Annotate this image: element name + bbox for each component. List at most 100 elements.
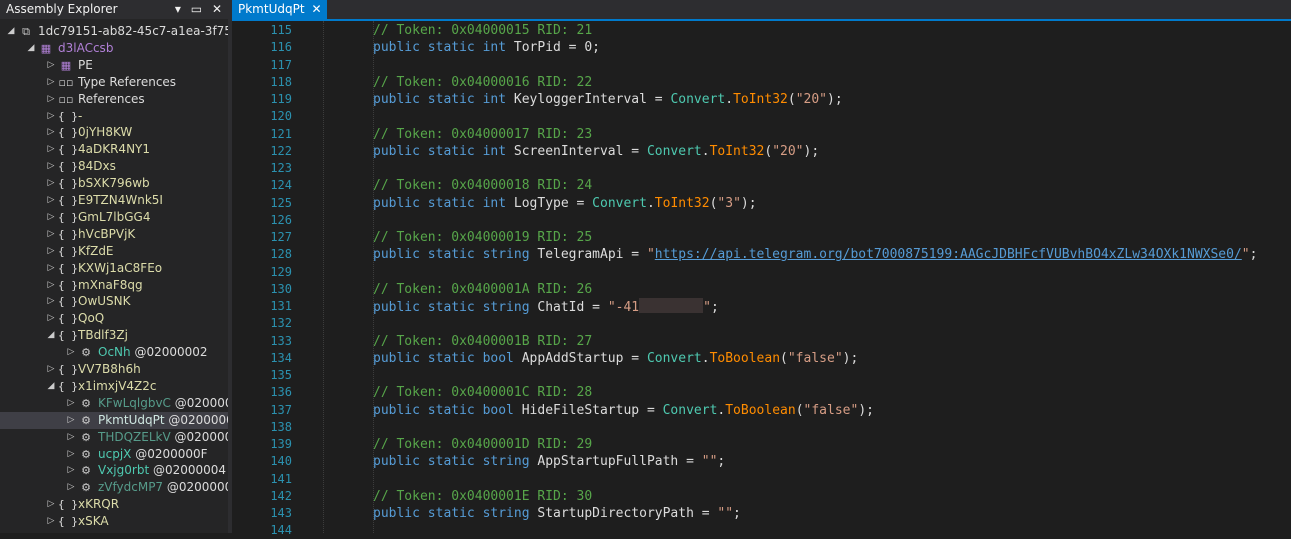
collapsed-arrow-icon[interactable]: ▷ xyxy=(46,226,56,243)
tree-item[interactable]: ▷{ } VV7B8h6h xyxy=(0,361,228,378)
code-token: " xyxy=(703,300,711,315)
tree-item[interactable]: ▷{ } GmL7lbGG4 xyxy=(0,209,228,226)
collapsed-arrow-icon[interactable]: ▷ xyxy=(46,293,56,310)
collapsed-arrow-icon[interactable]: ▷ xyxy=(66,429,76,446)
tree-item[interactable]: ◢{ } x1imxjV4Z2c xyxy=(0,378,228,395)
tree-item[interactable]: ▷{ } 4aDKR4NY1 xyxy=(0,141,228,158)
line-number: 115 xyxy=(270,23,292,37)
tree-item[interactable]: ▷ ▫▫ References xyxy=(0,91,228,108)
tree-item[interactable]: ◢ ⧉ 1dc79151-ab82-45c7-a1ea-3f75fbfl xyxy=(0,23,228,40)
tree-item[interactable]: ▷{ } mXnaF8qg xyxy=(0,277,228,294)
code-line: public static int LogType = Convert.ToIn… xyxy=(373,195,757,212)
url-link[interactable]: https://api.telegram.org/bot7000875199:A… xyxy=(655,247,1242,262)
tab-pkmtudqpt[interactable]: PkmtUdqPt ✕ xyxy=(232,0,327,19)
line-number: 142 xyxy=(270,488,292,503)
namespace-icon: { } xyxy=(58,379,78,393)
tree-item-label: 4aDKR4NY1 xyxy=(78,142,151,157)
tree-item[interactable]: ▷ ⚙ OcNh @02000002 xyxy=(0,344,228,361)
tree-item[interactable]: ▷{ } 0jYH8KW xyxy=(0,124,228,141)
tree-item[interactable]: ▷ ⚙ ucpjX @0200000F xyxy=(0,446,228,463)
collapsed-arrow-icon[interactable]: ▷ xyxy=(46,57,56,74)
panel-pin-icon[interactable]: ▭ xyxy=(191,2,202,16)
panel-dropdown-icon[interactable]: ▾ xyxy=(175,2,181,16)
tree-item[interactable]: ▷ ⚙ Vxjg0rbt @02000004 xyxy=(0,462,228,479)
line-number: 138 xyxy=(270,419,292,434)
collapsed-arrow-icon[interactable]: ▷ xyxy=(66,479,76,496)
line-number: 117 xyxy=(270,57,292,72)
collapsed-arrow-icon[interactable]: ▷ xyxy=(46,243,56,260)
tree-item[interactable]: ▷{ } QoQ xyxy=(0,310,228,327)
collapsed-arrow-icon[interactable]: ▷ xyxy=(46,108,56,125)
tree-item[interactable]: ▷{ } xKRQR xyxy=(0,496,228,513)
tree-item[interactable]: ▷{ } xSKA xyxy=(0,513,228,530)
tree-item-label: xSKA xyxy=(78,514,109,529)
expanded-arrow-icon[interactable]: ◢ xyxy=(26,40,36,57)
code-token: ( xyxy=(795,402,804,418)
collapsed-arrow-icon[interactable]: ▷ xyxy=(66,446,76,463)
tree-item[interactable]: ▷{ } KXWj1aC8FEo xyxy=(0,260,228,277)
tree-item-token: @02000002 xyxy=(130,345,208,360)
tree-item[interactable]: ▷ ⚙ THDQZELkV @02000003 xyxy=(0,429,228,446)
collapsed-arrow-icon[interactable]: ▷ xyxy=(46,277,56,294)
line-number: 141 xyxy=(270,471,292,486)
expanded-arrow-icon[interactable]: ◢ xyxy=(6,23,16,40)
collapsed-arrow-icon[interactable]: ▷ xyxy=(66,395,76,412)
code-token: // Token: 0x04000019 RID: 25 xyxy=(373,230,593,245)
panel-close-icon[interactable]: ✕ xyxy=(212,2,222,16)
tree-item[interactable]: ◢{ } TBdlf3Zj xyxy=(0,327,228,344)
collapsed-arrow-icon[interactable]: ▷ xyxy=(46,310,56,327)
tree-item-label: QoQ xyxy=(78,311,105,326)
collapsed-arrow-icon[interactable]: ▷ xyxy=(66,344,76,361)
code-editor[interactable]: 115 116 117 118 119 120 121 122 123 124 125 126 127 1… xyxy=(232,21,1291,537)
tab-close-icon[interactable]: ✕ xyxy=(311,0,321,19)
tree-item[interactable]: ▷{ } bSXK796wb xyxy=(0,175,228,192)
collapsed-arrow-icon[interactable]: ▷ xyxy=(46,158,56,175)
line-number: 119 xyxy=(270,92,292,106)
collapsed-arrow-icon[interactable]: ▷ xyxy=(46,175,56,192)
code-line: // Token: 0x04000016 RID: 22 xyxy=(373,74,592,91)
tree-item[interactable]: ◢ ▦ d3lACcsb xyxy=(0,40,228,57)
tree-item[interactable]: ▷ ⚙ PkmtUdqPt @02000005 xyxy=(0,411,228,429)
collapsed-arrow-icon[interactable]: ▷ xyxy=(46,74,56,91)
line-number: 126 xyxy=(270,212,292,227)
collapsed-arrow-icon[interactable]: ▷ xyxy=(66,462,76,479)
collapsed-arrow-icon[interactable]: ▷ xyxy=(46,124,56,141)
namespace-icon: { } xyxy=(58,177,78,191)
tree-item[interactable]: ▷{ } KfZdE xyxy=(0,243,228,260)
expanded-arrow-icon[interactable]: ◢ xyxy=(46,378,56,395)
line-number: 132 xyxy=(270,316,292,331)
code-token: TelegramApi = xyxy=(537,247,647,263)
tree-item[interactable]: ▷ ⚙ KFwLqlgbvC @0200000I xyxy=(0,395,228,412)
tree-item[interactable]: ▷{ } - xyxy=(0,108,228,125)
reference-icon: ▫▫ xyxy=(58,75,74,89)
code-token: . xyxy=(701,350,710,366)
collapsed-arrow-icon[interactable]: ▷ xyxy=(46,91,56,108)
collapsed-arrow-icon[interactable]: ▷ xyxy=(46,513,56,530)
collapsed-arrow-icon[interactable]: ▷ xyxy=(66,412,76,429)
code-token: public static string xyxy=(373,454,538,470)
tree-item[interactable]: ▷{ } 84Dxs xyxy=(0,158,228,175)
tree-item[interactable]: ▷{ } OwUSNK xyxy=(0,293,228,310)
collapsed-arrow-icon[interactable]: ▷ xyxy=(46,496,56,513)
namespace-icon: { } xyxy=(58,295,78,309)
code-token: AppStartupFullPath = xyxy=(537,454,702,470)
expanded-arrow-icon[interactable]: ◢ xyxy=(46,327,56,344)
collapsed-arrow-icon[interactable]: ▷ xyxy=(46,260,56,277)
tree-item[interactable]: ▷{ } E9TZN4Wnk5I xyxy=(0,192,228,209)
code-line: public static string TelegramApi = "http… xyxy=(373,246,1257,263)
class-icon: ⚙ xyxy=(81,346,91,360)
collapsed-arrow-icon[interactable]: ▷ xyxy=(46,192,56,209)
code-line: public static string AppStartupFullPath … xyxy=(373,453,725,470)
tree-item[interactable]: ▷{ } hVcBPVjK xyxy=(0,226,228,243)
tree-item[interactable]: ▷ ⚙ zVfydcMP7 @02000006 xyxy=(0,479,228,496)
collapsed-arrow-icon[interactable]: ▷ xyxy=(46,209,56,226)
collapsed-arrow-icon[interactable]: ▷ xyxy=(46,361,56,378)
tree-item[interactable]: ▷ ▫▫ Type References xyxy=(0,74,228,91)
line-number: 122 xyxy=(270,143,292,158)
tree-item[interactable]: ▷ ▦ PE xyxy=(0,57,228,74)
code-token: ScreenInterval = xyxy=(513,143,647,159)
code-token: AppAddStartup = xyxy=(521,350,647,366)
collapsed-arrow-icon[interactable]: ▷ xyxy=(46,141,56,158)
code-content[interactable]: // Token: 0x04000015 RID: 21 public stati… xyxy=(373,21,1291,533)
class-icon: ⚙ xyxy=(81,413,91,427)
